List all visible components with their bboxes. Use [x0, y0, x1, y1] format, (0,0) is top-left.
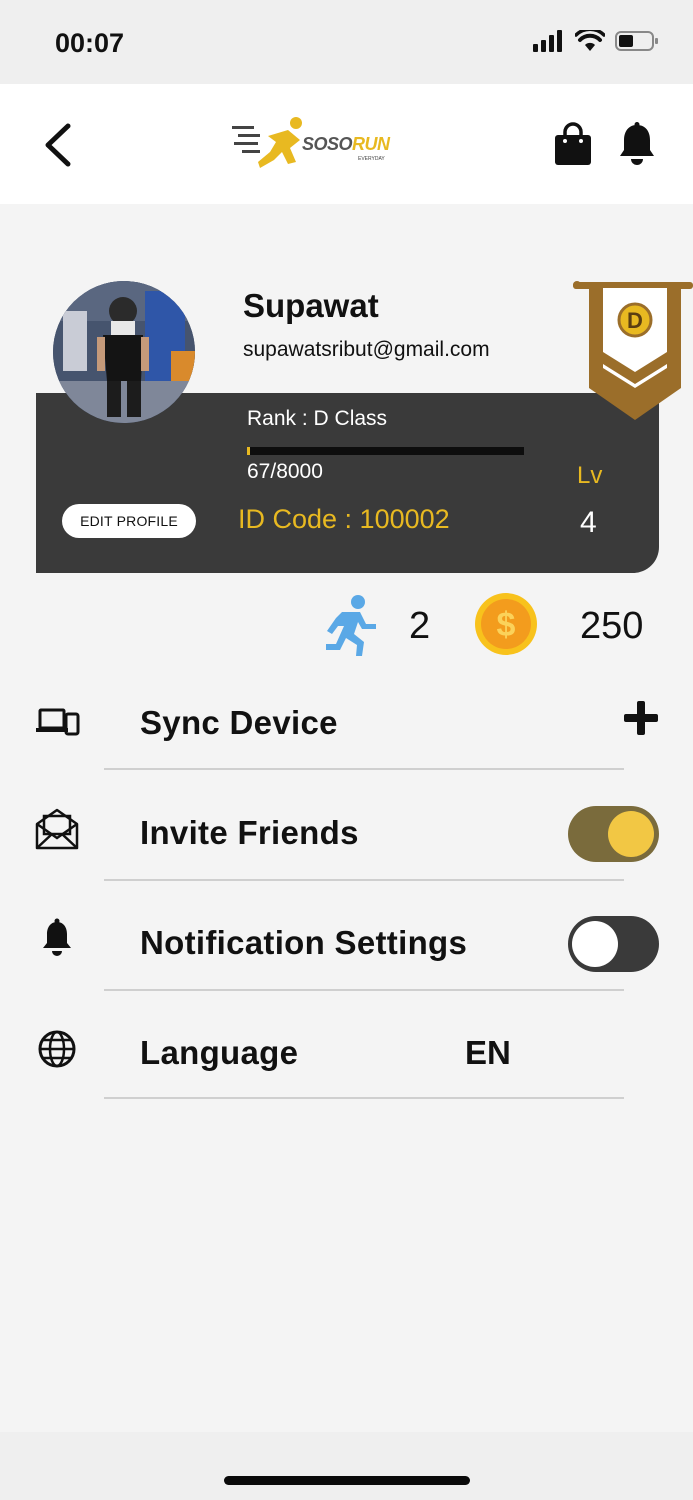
- wifi-icon: [575, 30, 605, 51]
- back-button[interactable]: [38, 120, 82, 170]
- language-value[interactable]: EN: [465, 1034, 511, 1072]
- runner-logo-icon: [232, 117, 302, 168]
- status-bar: 00:07: [0, 0, 693, 84]
- menu-label-language: Language: [140, 1034, 299, 1071]
- logo-text: SOSORUN: [302, 134, 390, 154]
- home-indicator[interactable]: [224, 1476, 470, 1485]
- bell-icon: [43, 918, 71, 956]
- user-name: Supawat: [243, 287, 379, 324]
- globe-icon: [38, 1030, 76, 1068]
- divider: [104, 768, 624, 770]
- level-label: Lv: [577, 462, 603, 489]
- menu-sync-device[interactable]: Sync Device: [0, 670, 693, 780]
- battery-icon: [615, 31, 658, 51]
- bottom-safe-area: [0, 1432, 693, 1500]
- run-count: 2: [409, 605, 431, 647]
- divider: [104, 989, 624, 991]
- menu-label-invite-friends: Invite Friends: [140, 814, 359, 851]
- rank-banner-icon: D: [573, 281, 693, 420]
- status-icons: [533, 30, 659, 52]
- rank-progress-bar: [247, 447, 524, 455]
- devices-icon: [36, 708, 80, 736]
- level-value: 4: [580, 506, 597, 539]
- menu-invite-friends[interactable]: Invite Friends: [0, 780, 693, 890]
- svg-text:$: $: [497, 606, 516, 644]
- menu-notification-settings[interactable]: Notification Settings: [0, 890, 693, 1000]
- rank-progress-text: 67/8000: [247, 460, 323, 483]
- avatar-photo: [53, 281, 195, 423]
- plus-icon[interactable]: [622, 699, 660, 737]
- rank-badge-letter: D: [627, 308, 643, 333]
- edit-profile-button[interactable]: EDIT PROFILE: [62, 504, 196, 538]
- status-time: 00:07: [55, 28, 125, 58]
- notifications-button[interactable]: [618, 122, 656, 166]
- shop-button[interactable]: [553, 122, 593, 166]
- divider: [104, 879, 624, 881]
- id-code: ID Code : 100002: [238, 504, 450, 534]
- signal-icon: [533, 30, 562, 52]
- notification-settings-toggle[interactable]: [568, 916, 659, 972]
- shopping-bag-icon: [555, 122, 591, 165]
- chevron-left-icon: [45, 123, 71, 167]
- coin-icon: $: [475, 593, 537, 655]
- invite-friends-toggle[interactable]: [568, 806, 659, 862]
- toggle-knob: [572, 921, 618, 967]
- toggle-knob: [608, 811, 654, 857]
- runner-icon: [326, 595, 376, 656]
- menu-language[interactable]: Language EN: [0, 1000, 693, 1110]
- rank-progress-fill: [247, 447, 250, 455]
- rank-badge-banner: D: [573, 280, 693, 422]
- sosorun-logo: SOSORUN EVERYDAY: [230, 114, 400, 174]
- envelope-icon: [35, 808, 79, 850]
- divider: [104, 1097, 624, 1099]
- coin-count: 250: [580, 605, 644, 647]
- menu-label-sync-device: Sync Device: [140, 704, 338, 741]
- rank-label: Rank : D Class: [247, 407, 388, 430]
- user-email: supawatsribut@gmail.com: [243, 338, 490, 361]
- logo-subtext: EVERYDAY: [358, 156, 385, 162]
- avatar[interactable]: [53, 281, 195, 423]
- menu-label-notification-settings: Notification Settings: [140, 924, 468, 961]
- bell-icon: [620, 122, 654, 165]
- app-header: SOSORUN EVERYDAY: [0, 84, 693, 204]
